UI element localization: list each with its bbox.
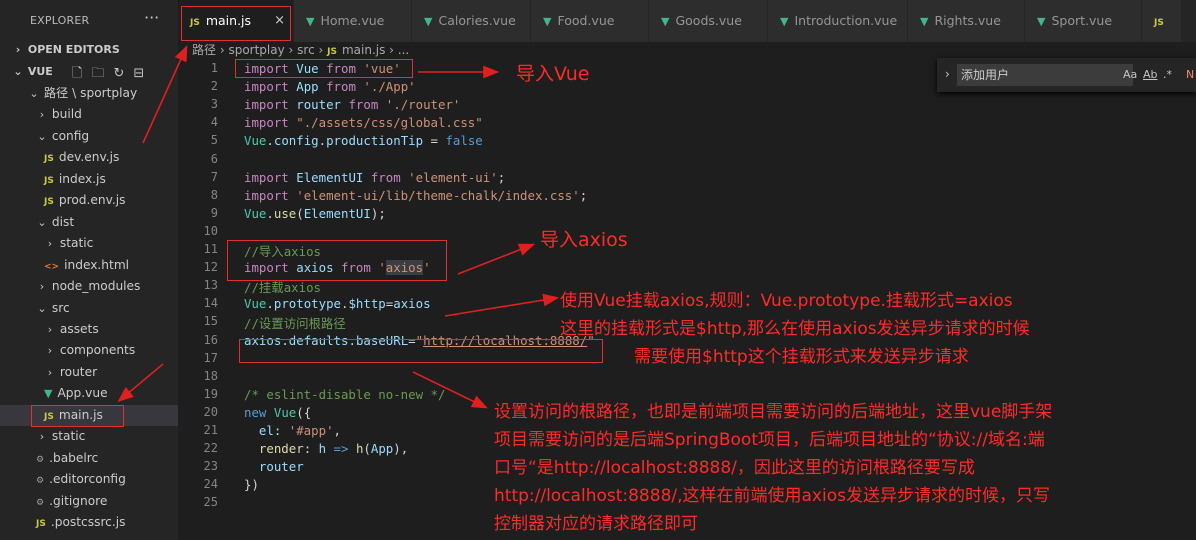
arrow-mount (444, 293, 560, 317)
arrow-import-axios (457, 243, 535, 275)
annotation-base-1: 设置访问的根路径，也即是前端项目需要访问的后端地址，这里vue脚手架 (494, 402, 1053, 422)
annotation-mount-2: 这里的挂载形式是$http,那么在使用axios发送异步请求的时候 (560, 319, 1030, 339)
annotation-mount-3: 需要使用$http这个挂载形式来发送异步请求 (634, 347, 969, 367)
arrow-mainjs (117, 363, 164, 403)
arrow-baseurl (412, 371, 488, 409)
annotation-import-axios: 导入axios (540, 229, 628, 251)
arrow-config-tab (142, 45, 188, 144)
annotation-mount-1: 使用Vue挂载axios,规则：Vue.prototype.挂载形式=axios (560, 291, 1013, 311)
annotation-base-2: 项目需要访问的是后端SpringBoot项目，后端项目地址的“协议://域名:端 (494, 430, 1045, 450)
annotation-import-vue: 导入Vue (516, 63, 590, 85)
annotation-base-5: 控制器对应的请求路径即可 (494, 514, 698, 534)
annotation-base-3: 口号“是http://localhost:8888/，因此这里的访问根路径要写成 (494, 458, 975, 478)
annotation-base-4: http://localhost:8888/,这样在前端使用axios发送异步请… (494, 486, 1050, 506)
